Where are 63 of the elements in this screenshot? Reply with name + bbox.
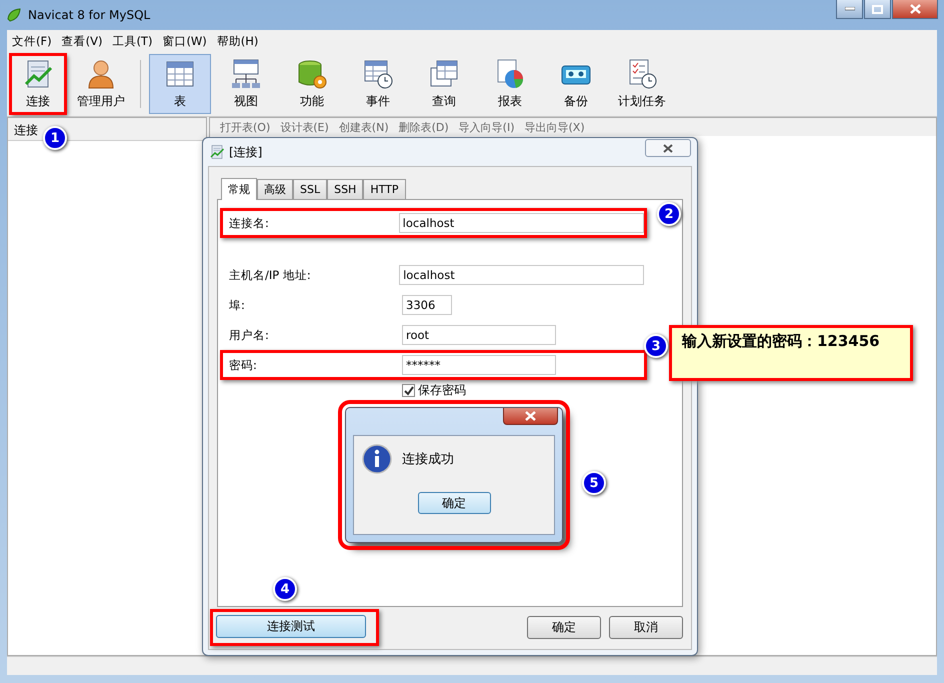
menu-item[interactable]: 工具(T) (112, 34, 152, 48)
window-title: Navicat 8 for MySQL (28, 8, 150, 22)
test-connection-button[interactable]: 连接测试 (216, 614, 366, 638)
field-label: 密码: (229, 358, 258, 372)
object-toolbar-item[interactable]: 删除表(D) (398, 120, 449, 134)
field-label: 连接名: (229, 216, 270, 230)
field-label: 主机名/IP 地址: (229, 268, 312, 282)
ok-button[interactable]: 确定 (527, 616, 601, 638)
info-icon (362, 444, 392, 474)
close-button[interactable] (645, 139, 691, 157)
toolbar-button[interactable]: 连接 (10, 54, 66, 114)
toolbar-button[interactable]: 计划任务 (611, 54, 673, 114)
input-field[interactable]: localhost (398, 213, 644, 233)
message-text: 连接成功 (402, 451, 454, 468)
close-icon (525, 411, 536, 421)
table-clock-icon (362, 58, 394, 90)
menu-item[interactable]: 窗口(W) (162, 34, 207, 48)
minimize-icon (844, 7, 854, 11)
input-field[interactable]: localhost (399, 265, 644, 285)
object-toolbar-item[interactable]: 设计表(E) (280, 120, 329, 134)
close-button[interactable] (503, 408, 558, 425)
hierarchy-icon (230, 58, 262, 90)
close-icon (910, 4, 920, 14)
object-toolbar-item[interactable]: 打开表(O) (220, 120, 270, 134)
tab[interactable]: 高级 (257, 179, 293, 199)
chart-icon (22, 58, 54, 90)
tab[interactable]: 常规 (221, 178, 257, 200)
checkbox[interactable] (402, 384, 415, 397)
app-logo-icon (6, 7, 22, 23)
cancel-button[interactable]: 取消 (609, 616, 683, 638)
object-toolbar-item[interactable]: 导入向导(I) (458, 120, 514, 134)
close-icon (663, 144, 673, 152)
menu-item[interactable]: 帮助(H) (216, 34, 258, 48)
input-field[interactable]: 3306 (402, 295, 452, 315)
maximize-button[interactable] (864, 0, 891, 19)
field-label: 用户名: (229, 328, 270, 342)
object-toolbar-item[interactable]: 导出向导(X) (524, 120, 585, 134)
minimize-button[interactable] (836, 0, 863, 19)
ok-button[interactable]: 确定 (418, 492, 490, 514)
dialog-title: [连接] (229, 144, 262, 160)
toolbar-button[interactable]: 备份 (545, 54, 607, 114)
tab[interactable]: HTTP (363, 179, 406, 199)
menu-item[interactable]: 查看(V) (62, 34, 102, 48)
toolbar-button[interactable]: 表 (149, 54, 211, 114)
toolbar-button[interactable]: 功能 (281, 54, 343, 114)
tab[interactable]: SSL (293, 179, 328, 199)
callout-text: 输入新设置的密码：123456 (682, 332, 880, 350)
tab[interactable]: SSH (327, 179, 364, 199)
toolbar-button[interactable]: 报表 (479, 54, 541, 114)
input-field[interactable]: ****** (402, 355, 556, 375)
database-gear-icon (296, 58, 328, 90)
toolbar-button[interactable]: 管理用户 (70, 54, 132, 114)
checkbox-label: 保存密码 (418, 382, 466, 399)
chart-icon (209, 144, 225, 160)
maximize-icon (872, 4, 883, 14)
toolbar-button[interactable]: 视图 (215, 54, 277, 114)
toolbar-button[interactable]: 查询 (413, 54, 475, 114)
input-field[interactable]: root (402, 325, 556, 345)
field-label: 埠: (229, 298, 246, 312)
toolbar-button[interactable]: 事件 (347, 54, 409, 114)
object-toolbar-item[interactable]: 创建表(N) (338, 120, 389, 134)
close-button[interactable] (892, 0, 938, 19)
menu-item[interactable]: 文件(F) (12, 34, 52, 48)
